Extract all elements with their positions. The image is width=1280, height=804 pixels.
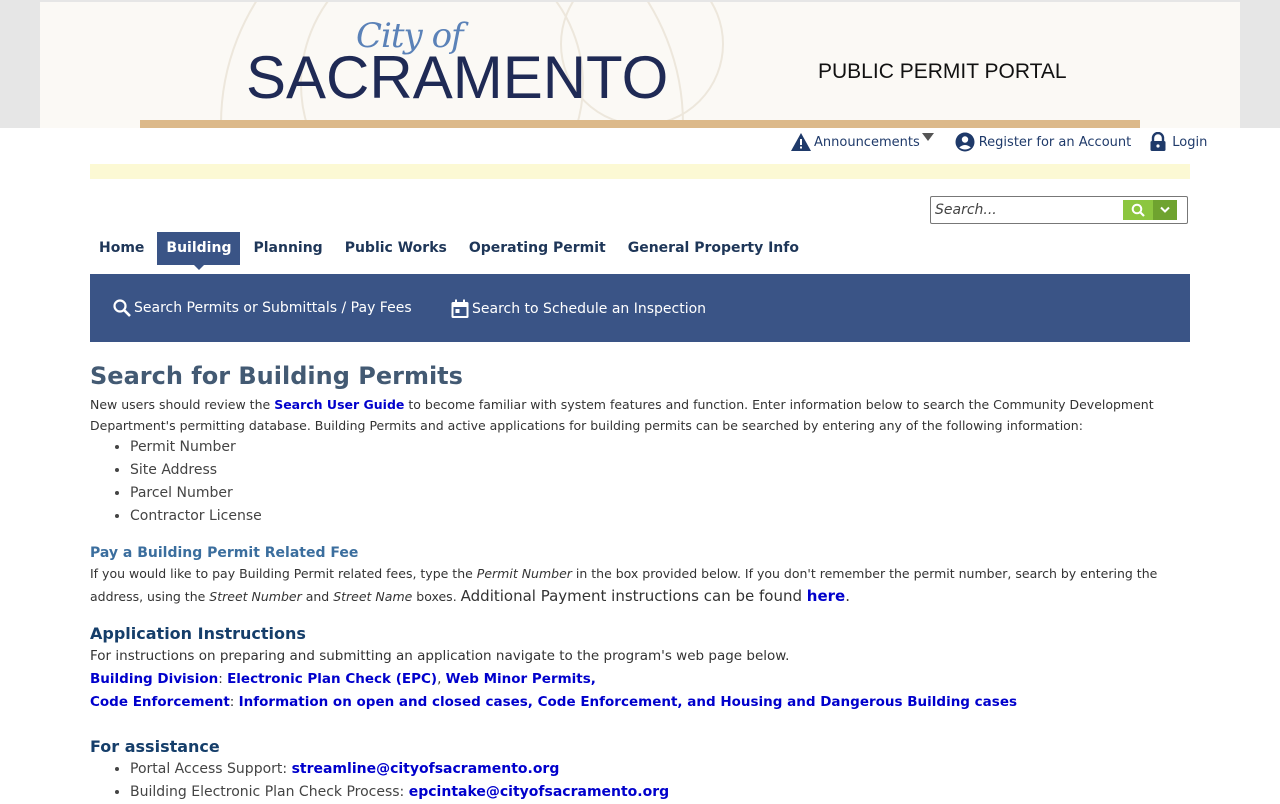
assistance-label: Portal Access Support: [130,761,292,777]
tab-planning[interactable]: Planning [244,232,331,265]
pay-emphasis: Street Number [209,589,302,604]
header-rule [140,120,1140,128]
code-enforcement-links: Code Enforcement: Information on open an… [90,694,1018,710]
intro-paragraph: New users should review the Search User … [90,394,1190,436]
list-item: Building Electronic Plan Check Process: … [130,781,1190,804]
pay-text: and [301,589,334,604]
list-item: Site Address [130,459,1190,482]
assistance-heading: For assistance [90,737,220,756]
global-search [930,196,1188,224]
login-link[interactable]: Login [1149,132,1207,152]
list-item: Parcel Number [130,482,1190,505]
building-subnav: Search Permits or Submittals / Pay Fees … [90,274,1190,342]
search-icon [113,299,131,317]
lock-icon [1150,132,1166,151]
schedule-inspection-label: Search to Schedule an Inspection [472,301,707,317]
application-instructions-heading: Application Instructions [90,624,306,643]
portal-title: PUBLIC PERMIT PORTAL [818,60,1067,83]
page-title: Search for Building Permits [90,362,463,390]
pay-text: Additional Payment instructions can be f… [460,587,807,605]
pay-fee-paragraph: If you would like to pay Building Permit… [90,562,1190,608]
notice-bar [90,164,1190,179]
main-content: Search for Building Permits New users sh… [90,360,1190,804]
dropdown-triangle-icon [921,133,934,141]
epc-link[interactable]: Electronic Plan Check (EPC) [227,671,437,687]
search-icon [1131,203,1145,217]
intro-text: New users should review the [90,397,275,412]
application-instructions-text: For instructions on preparing and submit… [90,648,790,664]
search-criteria-list: Permit Number Site Address Parcel Number… [90,436,1190,528]
top-links: Announcements Register for an Account Lo… [790,132,1225,152]
tab-home[interactable]: Home [90,232,153,265]
epc-email-link[interactable]: epcintake@cityofsacramento.org [409,784,669,800]
web-minor-permits-link[interactable]: Web Minor Permits [446,671,591,687]
pay-emphasis: Permit Number [476,566,572,581]
calendar-icon [451,299,469,318]
register-link[interactable]: Register for an Account [955,132,1132,152]
support-email-link[interactable]: streamline@cityofsacramento.org [292,761,560,777]
search-button[interactable] [1123,200,1153,220]
assistance-list: Portal Access Support: streamline@cityof… [90,758,1190,804]
register-label: Register for an Account [978,134,1132,150]
schedule-inspection-link[interactable]: Search to Schedule an Inspection [450,298,706,320]
tab-general-property-info[interactable]: General Property Info [619,232,808,265]
chevron-down-icon [1160,206,1170,213]
code-enforcement-cases-link[interactable]: Information on open and closed cases, Co… [239,694,1017,710]
announcements-label: Announcements [814,134,920,150]
pay-fee-heading: Pay a Building Permit Related Fee [90,545,359,561]
warning-icon [791,133,811,151]
pay-text: boxes. [412,589,461,604]
list-item: Portal Access Support: streamline@cityof… [130,758,1190,781]
payment-instructions-link[interactable]: here [807,587,845,605]
building-division-links: Building Division: Electronic Plan Check… [90,671,596,687]
tab-operating-permit[interactable]: Operating Permit [460,232,615,265]
logo-sacramento[interactable]: SACRAMENTO [246,48,668,108]
user-circle-icon [955,132,975,152]
list-item: Contractor License [130,505,1190,528]
search-options-button[interactable] [1153,200,1177,220]
search-user-guide-link[interactable]: Search User Guide [274,397,404,412]
pay-emphasis: Street Name [333,589,413,604]
code-enforcement-link[interactable]: Code Enforcement [90,694,230,710]
login-label: Login [1172,134,1208,150]
announcements-link[interactable]: Announcements [790,132,937,152]
site-header: City of SACRAMENTO PUBLIC PERMIT PORTAL [40,2,1240,128]
building-division-link[interactable]: Building Division [90,671,218,687]
search-permits-link[interactable]: Search Permits or Submittals / Pay Fees [112,298,412,318]
assistance-label: Building Electronic Plan Check Process: [130,784,409,800]
tab-building[interactable]: Building [157,232,241,270]
list-item: Permit Number [130,436,1190,459]
main-nav-tabs: Home Building Planning Public Works Oper… [90,232,812,270]
pay-text: . [845,587,850,605]
pay-text: If you would like to pay Building Permit… [90,566,477,581]
tab-public-works[interactable]: Public Works [336,232,456,265]
search-permits-label: Search Permits or Submittals / Pay Fees [134,300,412,316]
search-input[interactable] [935,200,1115,220]
